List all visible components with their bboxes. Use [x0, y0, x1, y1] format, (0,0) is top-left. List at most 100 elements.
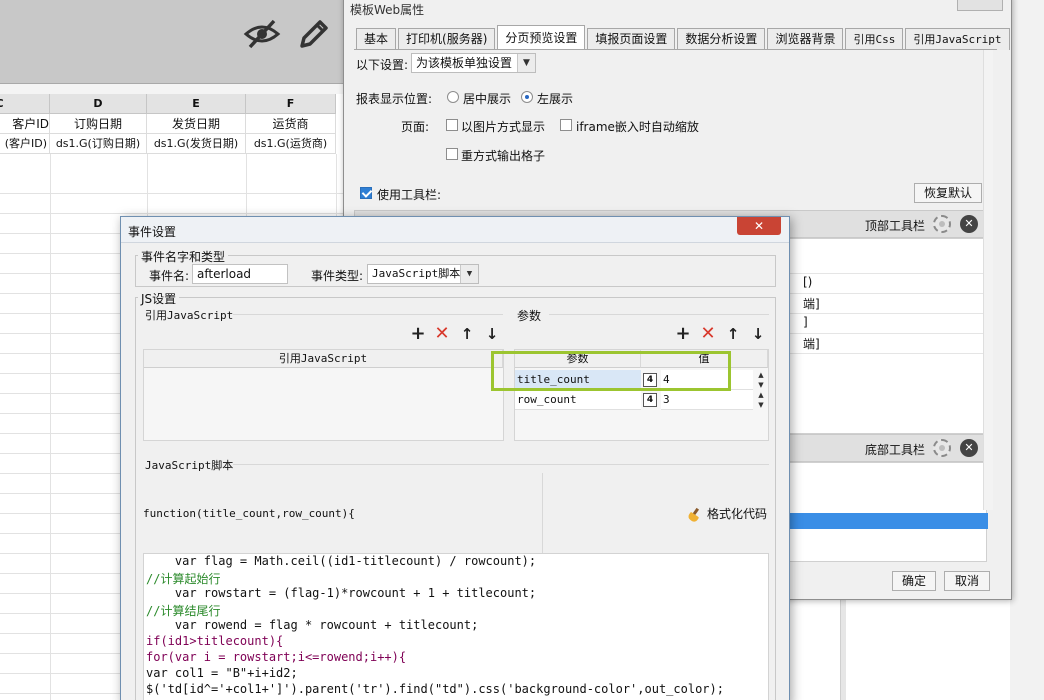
ok-button[interactable]: 确定	[892, 571, 936, 591]
ref-js-actions: + ✕ ↑ ↓	[410, 325, 500, 344]
chevron-down-icon: ▼	[460, 265, 478, 283]
close-circle-icon[interactable]: ✕	[960, 215, 978, 233]
cell-e1[interactable]: 发货日期	[147, 114, 246, 134]
cell-c2[interactable]: (客户ID)	[0, 134, 50, 154]
settings-label: 以下设置:	[356, 58, 409, 72]
broom-icon	[687, 508, 703, 522]
params-divider	[549, 314, 769, 315]
code-line: var rowstart = (flag-1)*rowcount + 1 + t…	[146, 586, 537, 600]
script-divider	[233, 464, 769, 465]
delete-param-button[interactable]: ✕	[700, 325, 716, 343]
ref-js-table[interactable]: 引用JavaScript	[143, 349, 504, 441]
grid-row	[0, 194, 350, 214]
cell-f2[interactable]: ds1.G(运货商)	[246, 134, 336, 154]
cell-d1[interactable]: 订购日期	[50, 114, 147, 134]
move-down-param-button[interactable]: ↓	[750, 325, 766, 343]
list-item[interactable]: [)	[803, 275, 812, 289]
move-up-param-button[interactable]: ↑	[725, 325, 741, 343]
code-line: $('td[id^='+col1+']').parent('tr').find(…	[146, 682, 724, 696]
dialog-title: 事件设置	[128, 225, 177, 239]
checkbox-repeat-output[interactable]	[446, 148, 458, 160]
bottom-toolbar-label: 底部工具栏	[865, 443, 926, 457]
tab-basic[interactable]: 基本	[356, 28, 397, 50]
tab-browser-background[interactable]: 浏览器背景	[767, 28, 844, 50]
checkbox-image-display[interactable]	[446, 119, 458, 131]
radio-left[interactable]	[521, 91, 533, 103]
tab-page-preview[interactable]: 分页预览设置	[497, 25, 586, 50]
param-row-name[interactable]: row_count	[515, 390, 641, 410]
params-actions: + ✕ ↑ ↓	[675, 325, 767, 344]
gear-icon[interactable]	[933, 439, 951, 457]
radio-center[interactable]	[447, 91, 459, 103]
ref-js-divider	[233, 314, 503, 315]
script-label: JavaScript脚本	[145, 459, 234, 472]
column-header-d[interactable]: D	[50, 94, 147, 114]
event-settings-dialog: 事件设置 ✕ 事件名字和类型 事件名: afterload 事件类型: Java…	[120, 216, 790, 700]
value-spinner[interactable]: ▲ ▼	[755, 370, 767, 390]
eye-slash-icon[interactable]	[242, 14, 282, 54]
ref-js-column-header: 引用JavaScript	[144, 350, 503, 368]
radio-left-label: 左展示	[537, 92, 574, 106]
use-toolbar-label: 使用工具栏:	[377, 188, 442, 202]
move-up-ref-js-button[interactable]: ↑	[459, 325, 475, 343]
list-item[interactable]: ]	[803, 315, 808, 329]
code-line: //计算结尾行	[146, 604, 221, 618]
column-header-f[interactable]: F	[246, 94, 336, 114]
param-row-value[interactable]: 3	[661, 390, 753, 410]
settings-select[interactable]: 为该模板单独设置 ▼	[411, 53, 536, 73]
window-title: 模板Web属性	[350, 3, 425, 17]
code-editor[interactable]: var flag = Math.ceil((id1-titlecount) / …	[143, 553, 769, 700]
restore-default-button[interactable]: 恢复默认	[914, 183, 982, 203]
tab-ref-css[interactable]: 引用Css	[845, 28, 904, 50]
tab-fill-page[interactable]: 填报页面设置	[587, 28, 676, 50]
event-type-label: 事件类型:	[311, 269, 364, 283]
cell-d2[interactable]: ds1.G(订购日期)	[50, 134, 147, 154]
dialog-title-bar[interactable]: 事件设置 ✕	[121, 217, 789, 243]
code-line: //计算起始行	[146, 572, 221, 586]
event-name-label: 事件名:	[149, 269, 190, 283]
top-toolbar-label: 顶部工具栏	[865, 219, 926, 233]
move-down-ref-js-button[interactable]: ↓	[484, 325, 500, 343]
code-line: if(id1>titlecount){	[146, 634, 284, 648]
code-line: var flag = Math.ceil((id1-titlecount) / …	[146, 554, 537, 568]
group-name-type-label: 事件名字和类型	[138, 248, 229, 265]
grid-row	[0, 174, 350, 194]
vertical-scrollbar[interactable]	[983, 50, 993, 510]
tab-bar: 基本 打印机(服务器) 分页预览设置 填报页面设置 数据分析设置 浏览器背景 引用Css 引用…	[356, 25, 1012, 50]
dialog-close-button[interactable]: ✕	[737, 217, 781, 235]
tab-ref-javascript[interactable]: 引用JavaScript	[905, 28, 1010, 50]
cell-f1[interactable]: 运货商	[246, 114, 336, 134]
checkbox-iframe-zoom-label: iframe嵌入时自动缩放	[576, 120, 699, 134]
value-spinner[interactable]: ▲ ▼	[755, 390, 767, 410]
list-item[interactable]: 端]	[803, 335, 820, 352]
list-item[interactable]: 端]	[803, 295, 820, 312]
chevron-down-icon: ▼	[517, 54, 535, 72]
column-header-e[interactable]: E	[147, 94, 246, 114]
cell-c1[interactable]: 客户ID	[0, 114, 50, 134]
page-label: 页面:	[401, 120, 430, 134]
pencil-icon[interactable]	[292, 14, 332, 54]
delete-ref-js-button[interactable]: ✕	[434, 325, 450, 343]
checkbox-repeat-output-label: 重方式输出格子	[461, 149, 546, 163]
add-ref-js-button[interactable]: +	[410, 325, 426, 343]
column-header-c[interactable]: C	[0, 94, 50, 114]
gear-icon[interactable]	[933, 215, 951, 233]
code-line: var col1 = "B"+i+id2;	[146, 666, 298, 680]
settings-select-value: 为该模板单独设置	[416, 56, 513, 70]
window-close-button[interactable]	[957, 0, 1003, 11]
desktop-background	[1010, 0, 1044, 700]
event-name-input[interactable]: afterload	[192, 264, 288, 284]
tab-data-analysis[interactable]: 数据分析设置	[677, 28, 766, 50]
format-code-button[interactable]: 格式化代码	[687, 505, 767, 522]
group-js-label: JS设置	[138, 290, 180, 307]
event-type-select[interactable]: JavaScript脚本 ▼	[367, 264, 479, 284]
cell-e2[interactable]: ds1.G(发货日期)	[147, 134, 246, 154]
number-type-icon[interactable]: 4	[643, 393, 657, 407]
checkbox-use-toolbar[interactable]	[360, 187, 372, 199]
tab-printer[interactable]: 打印机(服务器)	[398, 28, 496, 50]
event-type-value: JavaScript脚本	[372, 267, 461, 280]
close-circle-icon[interactable]: ✕	[960, 439, 978, 457]
checkbox-iframe-zoom[interactable]	[560, 119, 572, 131]
add-param-button[interactable]: +	[675, 325, 691, 343]
cancel-button[interactable]: 取消	[944, 571, 990, 591]
